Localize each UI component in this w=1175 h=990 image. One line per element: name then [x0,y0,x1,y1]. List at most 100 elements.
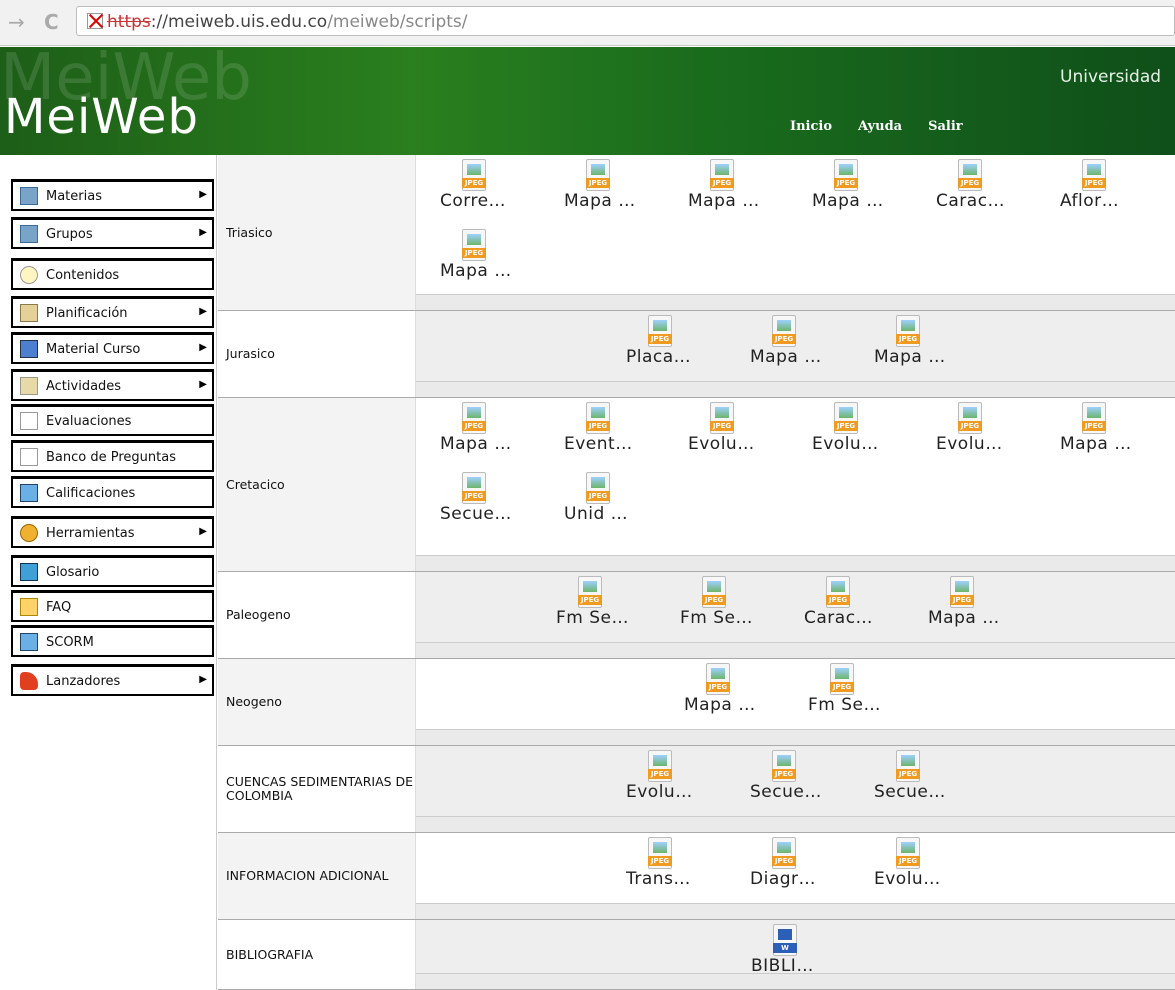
file-name[interactable]: Corre… [440,191,506,211]
file-item[interactable]: BIBLI… [751,924,851,984]
file-item[interactable]: Mapa … [812,159,912,219]
file-name[interactable]: Mapa … [1060,434,1132,454]
jpeg-file-icon[interactable] [826,576,850,608]
file-name[interactable]: Mapa … [928,608,1000,628]
jpeg-file-icon[interactable] [1082,402,1106,434]
file-item[interactable]: Unid … [564,472,664,532]
file-name[interactable]: Aflor… [1060,191,1119,211]
file-item[interactable]: Mapa … [684,663,784,723]
jpeg-file-icon[interactable] [772,315,796,347]
jpeg-file-icon[interactable] [772,750,796,782]
address-bar[interactable]: https://meiweb.uis.edu.co/meiweb/scripts… [76,6,1175,36]
jpeg-file-icon[interactable] [896,315,920,347]
file-item[interactable]: Mapa … [874,315,974,375]
file-item[interactable]: Evolu… [626,750,726,810]
file-item[interactable]: Mapa … [928,576,1028,636]
file-item[interactable]: Mapa … [564,159,664,219]
file-name[interactable]: Evolu… [812,434,879,454]
jpeg-file-icon[interactable] [648,315,672,347]
file-name[interactable]: Trans… [626,869,691,889]
file-name[interactable]: Fm Se… [680,608,753,628]
jpeg-file-icon[interactable] [462,159,486,191]
file-item[interactable]: Aflor… [1060,159,1160,219]
file-item[interactable]: Fm Se… [556,576,656,636]
jpeg-file-icon[interactable] [462,402,486,434]
file-name[interactable]: Carac… [936,191,1005,211]
file-name[interactable]: Carac… [804,608,873,628]
jpeg-file-icon[interactable] [958,159,982,191]
file-name[interactable]: Mapa … [874,347,946,367]
file-item[interactable]: Placa… [626,315,726,375]
word-file-icon[interactable] [773,924,797,956]
file-item[interactable]: Evolu… [812,402,912,462]
sidebar-item-material-curso[interactable]: Material Curso ▶ [11,332,214,364]
url-text[interactable]: https://meiweb.uis.edu.co/meiweb/scripts… [107,12,468,32]
file-item[interactable]: Mapa … [440,229,540,289]
jpeg-file-icon[interactable] [462,229,486,261]
file-item[interactable]: Secue… [440,472,540,532]
file-item[interactable]: Evolu… [688,402,788,462]
file-item[interactable]: Diagr… [750,837,850,897]
jpeg-file-icon[interactable] [710,402,734,434]
jpeg-file-icon[interactable] [706,663,730,695]
file-name[interactable]: Evolu… [688,434,755,454]
file-name[interactable]: Unid … [564,504,628,524]
jpeg-file-icon[interactable] [896,837,920,869]
file-name[interactable]: Evolu… [936,434,1003,454]
sidebar-item-faq[interactable]: FAQ [11,590,214,622]
sidebar-item-planificaci-n[interactable]: Planificación ▶ [11,296,214,328]
sidebar-item-glosario[interactable]: Glosario [11,555,214,587]
forward-icon[interactable]: → [8,10,25,34]
jpeg-file-icon[interactable] [586,402,610,434]
jpeg-file-icon[interactable] [834,402,858,434]
file-name[interactable]: Secue… [874,782,946,802]
file-item[interactable]: Evolu… [874,837,974,897]
jpeg-file-icon[interactable] [462,472,486,504]
sidebar-item-evaluaciones[interactable]: Evaluaciones [11,404,214,436]
sidebar-item-actividades[interactable]: Actividades ▶ [11,369,214,401]
jpeg-file-icon[interactable] [586,472,610,504]
menu-ayuda[interactable]: Ayuda [858,119,902,134]
file-item[interactable]: Secue… [750,750,850,810]
sidebar-item-banco-de-preguntas[interactable]: Banco de Preguntas [11,440,214,472]
file-name[interactable]: Placa… [626,347,691,367]
jpeg-file-icon[interactable] [710,159,734,191]
sidebar-item-materias[interactable]: Materias ▶ [11,179,214,211]
jpeg-file-icon[interactable] [1082,159,1106,191]
file-name[interactable]: Mapa … [812,191,884,211]
jpeg-file-icon[interactable] [958,402,982,434]
reload-icon[interactable]: C [44,10,59,34]
jpeg-file-icon[interactable] [586,159,610,191]
file-name[interactable]: Mapa … [750,347,822,367]
jpeg-file-icon[interactable] [772,837,796,869]
file-item[interactable]: Mapa … [1060,402,1160,462]
file-item[interactable]: Fm Se… [808,663,908,723]
sidebar-item-grupos[interactable]: Grupos ▶ [11,217,214,249]
file-name[interactable]: Mapa … [684,695,756,715]
file-name[interactable]: Evolu… [626,782,693,802]
file-item[interactable]: Trans… [626,837,726,897]
file-item[interactable]: Carac… [804,576,904,636]
file-name[interactable]: BIBLI… [751,956,814,976]
file-name[interactable]: Diagr… [750,869,816,889]
jpeg-file-icon[interactable] [830,663,854,695]
file-name[interactable]: Evolu… [874,869,941,889]
site-logo[interactable]: MeiWeb [4,89,199,145]
file-item[interactable]: Evolu… [936,402,1036,462]
file-item[interactable]: Fm Se… [680,576,780,636]
file-name[interactable]: Secue… [750,782,822,802]
menu-inicio[interactable]: Inicio [790,119,832,134]
jpeg-file-icon[interactable] [578,576,602,608]
file-name[interactable]: Mapa … [688,191,760,211]
sidebar-item-calificaciones[interactable]: Calificaciones [11,476,214,508]
menu-salir[interactable]: Salir [928,119,963,134]
jpeg-file-icon[interactable] [896,750,920,782]
file-item[interactable]: Secue… [874,750,974,810]
jpeg-file-icon[interactable] [834,159,858,191]
file-name[interactable]: Mapa … [564,191,636,211]
file-name[interactable]: Secue… [440,504,512,524]
sidebar-item-contenidos[interactable]: Contenidos [11,258,214,290]
file-name[interactable]: Fm Se… [556,608,629,628]
file-item[interactable]: Mapa … [440,402,540,462]
file-name[interactable]: Mapa … [440,434,512,454]
